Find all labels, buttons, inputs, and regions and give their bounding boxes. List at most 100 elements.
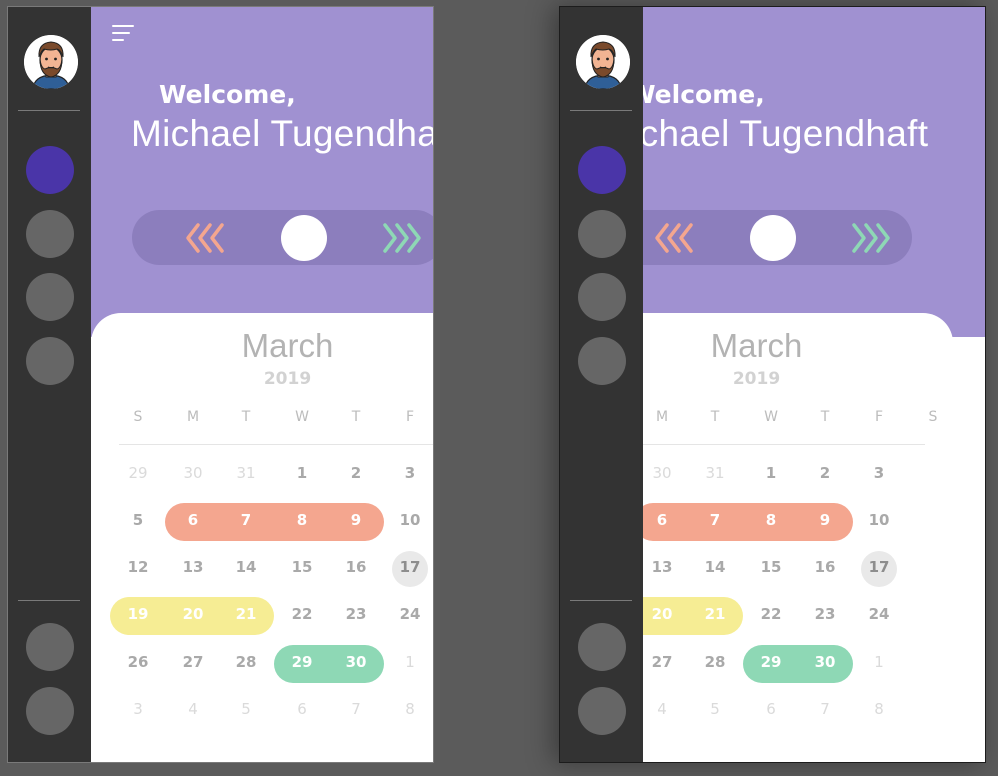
calendar-day[interactable]: 3 xyxy=(118,700,158,722)
weekday-label: T xyxy=(241,409,251,425)
calendar-day[interactable]: 30 xyxy=(805,653,845,675)
calendar-day[interactable]: 5 xyxy=(695,700,735,722)
sidebar-nav-item-5[interactable] xyxy=(578,623,626,671)
chevrons-right-icon[interactable] xyxy=(848,222,892,254)
calendar-day[interactable]: 29 xyxy=(751,653,791,675)
menu-icon[interactable] xyxy=(112,25,136,43)
calendar-day[interactable]: 17 xyxy=(390,558,430,580)
calendar-day[interactable]: 6 xyxy=(282,700,322,722)
calendar-day[interactable]: 23 xyxy=(336,605,376,627)
calendar-day[interactable]: 23 xyxy=(805,605,845,627)
calendar-day[interactable]: 28 xyxy=(226,653,266,675)
sidebar-nav-item-1[interactable] xyxy=(578,146,626,194)
calendar-day[interactable]: 21 xyxy=(695,605,735,627)
calendar-day[interactable]: 2 xyxy=(336,464,376,486)
calendar-day[interactable]: 31 xyxy=(695,464,735,486)
header: Welcome, Michael Tugendhaft xyxy=(91,7,433,337)
welcome-text: Welcome, xyxy=(628,80,765,109)
sidebar xyxy=(560,7,643,762)
weekday-label: T xyxy=(351,409,361,425)
calendar-day[interactable]: 4 xyxy=(173,700,213,722)
calendar-day[interactable]: 7 xyxy=(226,511,266,533)
calendar-day[interactable]: 20 xyxy=(173,605,213,627)
avatar[interactable] xyxy=(24,35,78,89)
calendar-day[interactable]: 22 xyxy=(751,605,791,627)
calendar-day[interactable]: 9 xyxy=(805,511,845,533)
calendar-day[interactable]: 31 xyxy=(226,464,266,486)
chevrons-left-icon[interactable] xyxy=(184,222,228,254)
sidebar-nav-item-3[interactable] xyxy=(26,273,74,321)
sidebar-nav-item-6[interactable] xyxy=(26,687,74,735)
calendar-day[interactable]: 24 xyxy=(859,605,899,627)
calendar-day[interactable]: 1 xyxy=(282,464,322,486)
calendar-day[interactable]: 1 xyxy=(751,464,791,486)
calendar-day[interactable]: 7 xyxy=(805,700,845,722)
calendar-day[interactable]: 13 xyxy=(642,558,682,580)
calendar-day[interactable]: 9 xyxy=(336,511,376,533)
calendar-day[interactable]: 10 xyxy=(859,511,899,533)
weekday-label: W xyxy=(295,409,309,425)
calendar-day[interactable]: 22 xyxy=(282,605,322,627)
calendar-day[interactable]: 4 xyxy=(642,700,682,722)
sidebar-nav-item-6[interactable] xyxy=(578,687,626,735)
calendar-day[interactable]: 12 xyxy=(118,558,158,580)
sidebar-nav-item-4[interactable] xyxy=(578,337,626,385)
sidebar-nav-item-2[interactable] xyxy=(578,210,626,258)
calendar-day[interactable]: 2 xyxy=(805,464,845,486)
sidebar-nav-item-4[interactable] xyxy=(26,337,74,385)
calendar-year: 2019 xyxy=(263,369,312,389)
calendar-day[interactable]: 16 xyxy=(805,558,845,580)
date-swiper[interactable] xyxy=(132,210,433,265)
calendar-day[interactable]: 8 xyxy=(751,511,791,533)
calendar-day[interactable]: 30 xyxy=(336,653,376,675)
calendar-day[interactable]: 26 xyxy=(118,653,158,675)
sidebar-nav-item-5[interactable] xyxy=(26,623,74,671)
calendar-day[interactable]: 20 xyxy=(642,605,682,627)
calendar-day[interactable]: 6 xyxy=(642,511,682,533)
date-swiper[interactable] xyxy=(601,210,912,265)
calendar-day[interactable]: 3 xyxy=(859,464,899,486)
calendar-day[interactable]: 27 xyxy=(642,653,682,675)
calendar-day[interactable]: 24 xyxy=(390,605,430,627)
calendar-day[interactable]: 8 xyxy=(390,700,430,722)
avatar[interactable] xyxy=(576,35,630,89)
sidebar-nav-item-3[interactable] xyxy=(578,273,626,321)
calendar-day[interactable]: 15 xyxy=(751,558,791,580)
calendar-day[interactable]: 29 xyxy=(282,653,322,675)
calendar-day[interactable]: 3 xyxy=(390,464,430,486)
swiper-knob[interactable] xyxy=(750,215,796,261)
sidebar xyxy=(8,7,91,762)
calendar-day[interactable]: 28 xyxy=(695,653,735,675)
weekday-label: T xyxy=(820,409,830,425)
calendar-day[interactable]: 29 xyxy=(118,464,158,486)
calendar-day[interactable]: 5 xyxy=(118,511,158,533)
sidebar-nav-item-1[interactable] xyxy=(26,146,74,194)
calendar-day[interactable]: 6 xyxy=(751,700,791,722)
calendar-day[interactable]: 16 xyxy=(336,558,376,580)
calendar-day[interactable]: 21 xyxy=(226,605,266,627)
chevrons-left-icon[interactable] xyxy=(653,222,697,254)
calendar-day[interactable]: 8 xyxy=(859,700,899,722)
calendar-day[interactable]: 27 xyxy=(173,653,213,675)
calendar-day[interactable]: 8 xyxy=(282,511,322,533)
calendar-day[interactable]: 5 xyxy=(226,700,266,722)
calendar-day[interactable]: 14 xyxy=(695,558,735,580)
calendar-day[interactable]: 17 xyxy=(859,558,899,580)
calendar-day[interactable]: 30 xyxy=(642,464,682,486)
calendar-day[interactable]: 1 xyxy=(859,653,899,675)
calendar-day[interactable]: 1 xyxy=(390,653,430,675)
calendar-day[interactable]: 15 xyxy=(282,558,322,580)
calendar-day[interactable]: 19 xyxy=(118,605,158,627)
calendar-day[interactable]: 6 xyxy=(173,511,213,533)
swiper-knob[interactable] xyxy=(281,215,327,261)
sidebar-divider-top xyxy=(18,110,80,111)
calendar-day[interactable]: 10 xyxy=(390,511,430,533)
calendar-day[interactable]: 7 xyxy=(336,700,376,722)
calendar-day[interactable]: 14 xyxy=(226,558,266,580)
calendar-day[interactable]: 13 xyxy=(173,558,213,580)
main-content: Welcome, Michael Tugendhaft March 2019 xyxy=(91,7,433,762)
sidebar-nav-item-2[interactable] xyxy=(26,210,74,258)
calendar-day[interactable]: 7 xyxy=(695,511,735,533)
calendar-day[interactable]: 30 xyxy=(173,464,213,486)
chevrons-right-icon[interactable] xyxy=(379,222,423,254)
